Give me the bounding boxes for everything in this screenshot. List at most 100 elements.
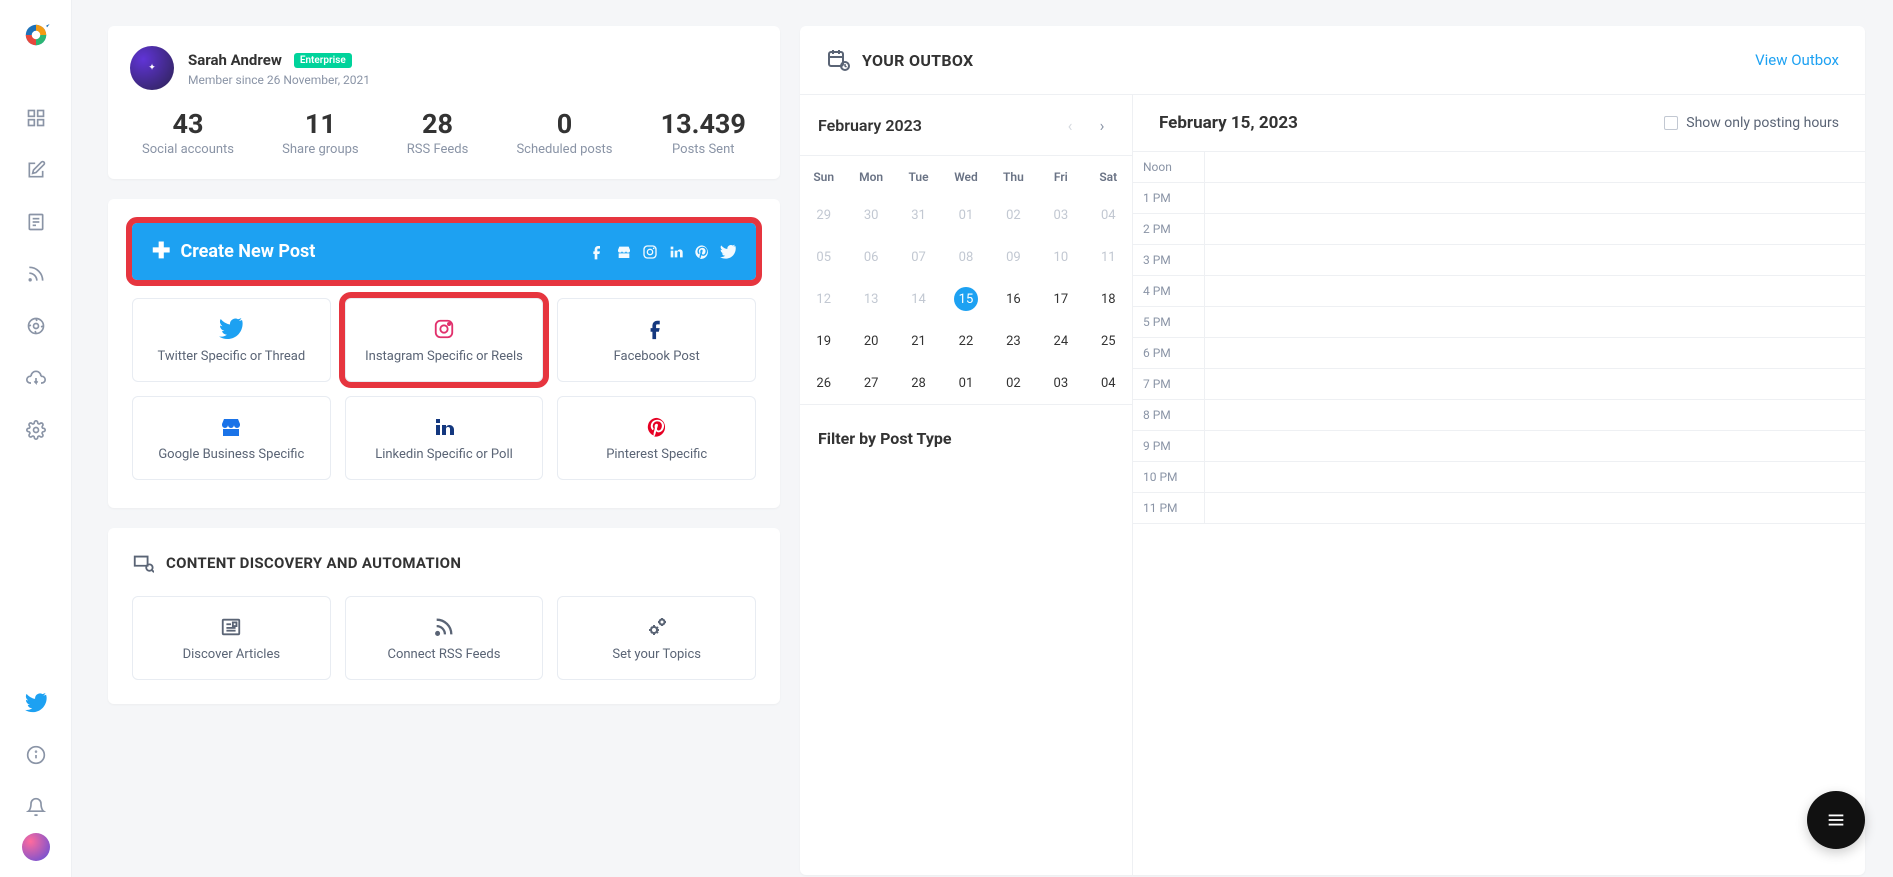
time-cell[interactable] (1205, 307, 1865, 337)
time-cell[interactable] (1205, 276, 1865, 306)
post-tile-label: Linkedin Specific or Poll (375, 447, 513, 462)
discovery-tile-label: Connect RSS Feeds (388, 647, 501, 662)
filter-title: Filter by Post Type (818, 429, 1114, 448)
calendar-day[interactable]: 29 (800, 194, 847, 236)
calendar-day[interactable]: 26 (800, 362, 847, 404)
post-type-tile[interactable]: Pinterest Specific (557, 396, 756, 480)
post-tile-label: Google Business Specific (158, 447, 304, 462)
calendar-day[interactable]: 02 (990, 362, 1037, 404)
nav-rss[interactable] (16, 254, 56, 294)
calendar-day[interactable]: 12 (800, 278, 847, 320)
time-cell[interactable] (1205, 338, 1865, 368)
nav-user-avatar[interactable] (22, 833, 50, 861)
calendar-day[interactable]: 09 (990, 236, 1037, 278)
nav-info[interactable] (16, 735, 56, 775)
time-cell[interactable] (1205, 245, 1865, 275)
time-cell[interactable] (1205, 462, 1865, 492)
time-cell[interactable] (1205, 493, 1865, 523)
facebook-icon (590, 244, 606, 260)
stat-item: 0Scheduled posts (516, 108, 612, 157)
view-outbox-link[interactable]: View Outbox (1755, 51, 1839, 69)
calendar-day[interactable]: 18 (1085, 278, 1132, 320)
calendar-day[interactable]: 21 (895, 320, 942, 362)
calendar-day[interactable]: 25 (1085, 320, 1132, 362)
calendar-day[interactable]: 20 (847, 320, 894, 362)
nav-notifications[interactable] (16, 787, 56, 827)
calendar-day[interactable]: 15 (942, 278, 989, 320)
calendar-next-button[interactable]: › (1090, 113, 1114, 137)
calendar-dow: Sun (800, 156, 847, 194)
post-type-tile[interactable]: Twitter Specific or Thread (132, 298, 331, 382)
calendar-day[interactable]: 03 (1037, 362, 1084, 404)
calendar-day[interactable]: 03 (1037, 194, 1084, 236)
nav-dashboard[interactable] (16, 98, 56, 138)
calendar-day[interactable]: 11 (1085, 236, 1132, 278)
calendar-day[interactable]: 05 (800, 236, 847, 278)
nav-settings[interactable] (16, 410, 56, 450)
time-cell[interactable] (1205, 431, 1865, 461)
post-type-tile[interactable]: Linkedin Specific or Poll (345, 396, 544, 480)
post-type-tile[interactable]: Facebook Post (557, 298, 756, 382)
nav-articles[interactable] (16, 202, 56, 242)
post-type-tile[interactable]: Instagram Specific or Reels (345, 298, 544, 382)
discovery-tile[interactable]: Set your Topics (557, 596, 756, 680)
user-avatar: ✦ (130, 46, 174, 90)
app-logo (19, 18, 53, 52)
calendar-day[interactable]: 01 (942, 362, 989, 404)
time-cell[interactable] (1205, 183, 1865, 213)
calendar-day[interactable]: 31 (895, 194, 942, 236)
calendar-day[interactable]: 17 (1037, 278, 1084, 320)
time-label: 8 PM (1133, 400, 1205, 430)
calendar-day[interactable]: 30 (847, 194, 894, 236)
calendar-day[interactable]: 02 (990, 194, 1037, 236)
calendar-day[interactable]: 01 (942, 194, 989, 236)
discovery-tile[interactable]: Discover Articles (132, 596, 331, 680)
calendar-day[interactable]: 24 (1037, 320, 1084, 362)
calendar-day[interactable]: 19 (800, 320, 847, 362)
calendar-prev-button[interactable]: ‹ (1058, 113, 1082, 137)
calendar-day[interactable]: 14 (895, 278, 942, 320)
calendar-day[interactable]: 16 (990, 278, 1037, 320)
post-type-tile[interactable]: Google Business Specific (132, 396, 331, 480)
profile-card: ✦ Sarah Andrew Enterprise Member since 2… (108, 26, 780, 179)
calendar-dow: Mon (847, 156, 894, 194)
calendar-day[interactable]: 04 (1085, 362, 1132, 404)
stat-item: 11Share groups (282, 108, 359, 157)
calendar-day[interactable]: 27 (847, 362, 894, 404)
google-business-icon (616, 244, 632, 260)
discovery-tile[interactable]: Connect RSS Feeds (345, 596, 544, 680)
post-tile-label: Instagram Specific or Reels (365, 349, 523, 364)
time-cell[interactable] (1205, 369, 1865, 399)
nav-download[interactable] (16, 358, 56, 398)
fab-menu-button[interactable] (1807, 791, 1865, 849)
stats-row: 43Social accounts11Share groups28RSS Fee… (108, 90, 780, 179)
calendar-day[interactable]: 07 (895, 236, 942, 278)
stat-label: Scheduled posts (516, 142, 612, 157)
time-cell[interactable] (1205, 214, 1865, 244)
discovery-title: CONTENT DISCOVERY AND AUTOMATION (166, 554, 461, 572)
calendar-day[interactable]: 08 (942, 236, 989, 278)
calendar-day[interactable]: 22 (942, 320, 989, 362)
nav-automation[interactable] (16, 306, 56, 346)
nav-twitter[interactable] (16, 683, 56, 723)
rss-icon (433, 615, 455, 639)
calendar-day[interactable]: 13 (847, 278, 894, 320)
create-new-post-button[interactable]: ✚ Create New Post (132, 223, 756, 280)
show-posting-hours-checkbox[interactable]: Show only posting hours (1664, 115, 1839, 131)
linkedin-icon (432, 415, 456, 439)
calendar-day[interactable]: 04 (1085, 194, 1132, 236)
time-label: 10 PM (1133, 462, 1205, 492)
calendar-day[interactable]: 23 (990, 320, 1037, 362)
time-cell[interactable] (1205, 152, 1865, 182)
profile-name: Sarah Andrew (188, 51, 282, 69)
nav-compose[interactable] (16, 150, 56, 190)
calendar-day[interactable]: 06 (847, 236, 894, 278)
post-tile-label: Twitter Specific or Thread (157, 349, 305, 364)
stat-item: 43Social accounts (142, 108, 234, 157)
stat-label: RSS Feeds (407, 142, 469, 157)
account-badge: Enterprise (294, 53, 352, 68)
time-cell[interactable] (1205, 400, 1865, 430)
time-row: 10 PM (1133, 462, 1865, 493)
calendar-day[interactable]: 10 (1037, 236, 1084, 278)
calendar-day[interactable]: 28 (895, 362, 942, 404)
